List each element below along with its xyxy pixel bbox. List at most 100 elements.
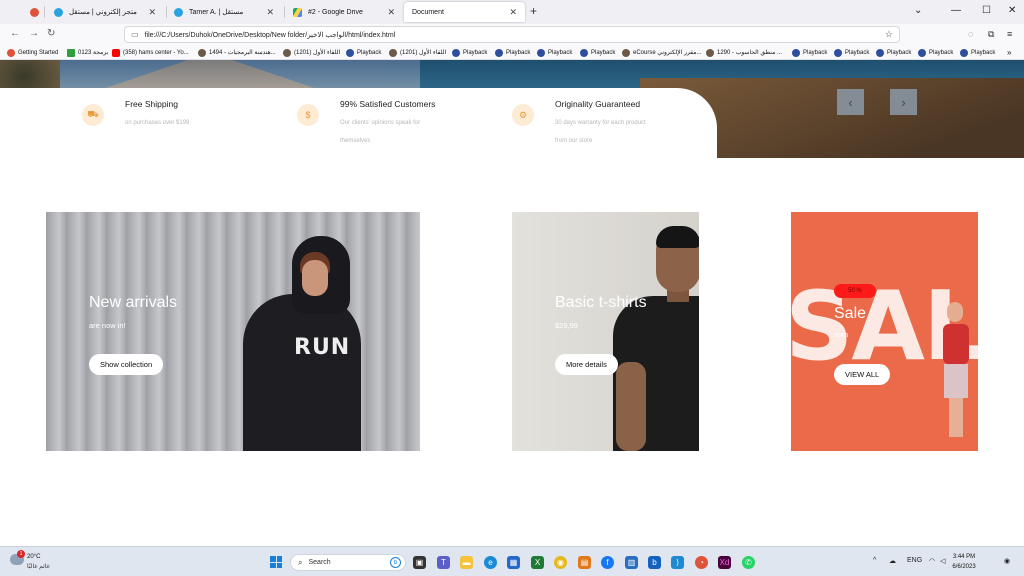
card-title: Sale [834, 305, 867, 322]
carousel-next-button[interactable]: › [890, 89, 917, 115]
hero-photo-bush [0, 60, 60, 88]
bing-app-icon[interactable]: b [648, 556, 661, 569]
task-view-icon[interactable]: ▣ [413, 556, 426, 569]
playback-icon [346, 48, 354, 57]
bookmark-item[interactable]: Playback [580, 47, 615, 58]
chrome-icon[interactable]: ◉ [554, 556, 567, 569]
maximize-button[interactable]: ☐ [982, 5, 991, 16]
whatsapp-icon[interactable]: ✆ [742, 556, 755, 569]
start-button[interactable] [270, 556, 282, 568]
bookmark-green-icon [67, 48, 75, 57]
feature-desc: 30 days warranty for each product from o… [555, 120, 646, 144]
chevron-up-icon[interactable]: ^ [873, 557, 876, 564]
onedrive-icon[interactable]: ☁ [889, 557, 896, 565]
store-icon[interactable]: ▦ [507, 556, 520, 569]
view-all-button[interactable]: VIEW ALL [834, 364, 891, 385]
playback-icon [580, 48, 588, 57]
taskbar-search[interactable]: ⌕ Search b [290, 554, 406, 571]
close-window-button[interactable]: ✕ [1008, 5, 1016, 16]
weather-condition: غائم غالبًا [27, 564, 50, 570]
card-price: $29,99 [555, 321, 578, 330]
firefox-view-icon [30, 7, 39, 17]
search-icon: ⌕ [298, 557, 303, 567]
edge-icon[interactable]: e [484, 556, 497, 569]
url-text: file:///C:/Users/Duhok/OneDrive/Desktop/… [144, 31, 396, 39]
tab-firefox-view[interactable] [22, 2, 46, 22]
avatar-icon [283, 48, 291, 57]
show-collection-button[interactable]: Show collection [89, 354, 164, 375]
tab-google-drive[interactable]: #2 - Google Drive ✕ [285, 2, 403, 22]
system-clock[interactable]: 3:44 PM 6/6/2023 [947, 552, 981, 572]
clock-time: 3:44 PM [952, 554, 976, 560]
feature-desc: Our clients' opinions speak for themselv… [340, 120, 421, 144]
list-tabs-icon[interactable]: ⌄ [914, 5, 922, 16]
tab-profile[interactable]: Tamer A. | مستقل ✕ [166, 2, 282, 22]
close-icon[interactable]: ✕ [266, 7, 274, 18]
extensions-icon[interactable]: ⧉ [988, 29, 994, 40]
mostaql-icon [174, 7, 183, 17]
files-app-icon[interactable]: ▥ [625, 556, 638, 569]
close-icon[interactable]: ✕ [387, 7, 395, 18]
tab-store[interactable]: متجر إلكتروني | مستقل ✕ [46, 2, 164, 22]
reload-button[interactable]: ↻ [47, 28, 55, 39]
url-bar[interactable]: ▭ file:///C:/Users/Duhok/OneDrive/Deskto… [124, 26, 900, 43]
avatar-icon [198, 48, 206, 57]
windows-taskbar: 1 20°C غائم غالبًا ⌕ Search b ▣ T ▬ e ▦ … [0, 546, 1024, 576]
language-indicator[interactable]: ENG [907, 557, 922, 564]
bookmark-item[interactable]: هندسة البرمجيات - 1494... [198, 47, 276, 58]
facebook-icon[interactable]: f [601, 556, 614, 569]
bookmark-star-icon[interactable]: ☆ [885, 29, 893, 40]
model-photo [243, 294, 361, 451]
bookmark-item[interactable]: Playback [876, 47, 911, 58]
tab-strip: متجر إلكتروني | مستقل ✕ Tamer A. | مستقل… [0, 0, 1024, 24]
carousel-prev-button[interactable]: ‹ [837, 89, 864, 115]
more-details-button[interactable]: More details [555, 354, 618, 375]
tab-document[interactable]: Document ✕ [404, 2, 525, 22]
close-icon[interactable]: ✕ [509, 7, 517, 18]
bookmark-item[interactable]: Playback [346, 47, 381, 58]
photo-app-icon[interactable]: ▤ [578, 556, 591, 569]
wifi-icon[interactable]: ◠ [929, 557, 935, 565]
feature-desc: on purchases over $199 [125, 120, 190, 126]
bookmark-item[interactable]: Playback [834, 47, 869, 58]
hero-photo-road [100, 60, 320, 90]
card-title: New arrivals [89, 294, 178, 311]
notification-badge: 1 [17, 550, 25, 558]
bookmark-item[interactable]: (1201) اللقاء الأول [283, 47, 340, 58]
forward-button[interactable]: → [29, 28, 39, 39]
menu-icon[interactable]: ≡ [1007, 29, 1012, 39]
bookmark-item[interactable]: Playback [537, 47, 572, 58]
bookmark-item[interactable]: Playback [792, 47, 827, 58]
back-button[interactable]: ← [10, 28, 20, 39]
weather-widget[interactable]: 1 20°C غائم غالبًا [10, 550, 70, 574]
bookmark-item[interactable]: برمجة 0123 [67, 47, 108, 58]
bookmark-item[interactable]: eCourse مقرر الإلكتروني... [622, 47, 701, 58]
bookmark-item[interactable]: Playback [495, 47, 530, 58]
dollar-icon: $ [297, 104, 319, 126]
gear-icon: ⚙ [512, 104, 534, 126]
new-tab-button[interactable]: + [530, 4, 537, 18]
card-sale: SAL 50 % Sale sum VIEW ALL [791, 212, 978, 451]
bookmark-item[interactable]: Playback [918, 47, 953, 58]
bookmark-item[interactable]: (358) hams center - Yo... [112, 47, 189, 58]
tab-title: متجر إلكتروني | مستقل [69, 9, 137, 16]
bookmark-item[interactable]: Getting Started [7, 47, 58, 58]
file-explorer-icon[interactable]: ▬ [460, 556, 473, 569]
volume-icon[interactable]: ◁ [940, 557, 945, 565]
bookmark-item[interactable]: Playback [452, 47, 487, 58]
bookmark-item[interactable]: 1290 - منطق الحاسوب ... [706, 47, 782, 58]
pocket-icon[interactable]: ◌ [968, 29, 973, 39]
adobe-xd-icon[interactable]: Xd [718, 556, 731, 569]
minimize-button[interactable]: — [951, 5, 961, 16]
bookmark-item[interactable]: Playback [960, 47, 995, 58]
more-bookmarks-icon[interactable]: » [1007, 47, 1011, 58]
feature-originality: ⚙ Originality Guaranteed 30 days warrant… [512, 88, 712, 158]
teams-icon[interactable]: T [437, 556, 450, 569]
bookmark-item[interactable]: (1201) اللقاء الأول [389, 47, 446, 58]
firefox-icon[interactable]: ◔ [695, 556, 708, 569]
excel-icon[interactable]: X [531, 556, 544, 569]
close-icon[interactable]: ✕ [148, 7, 156, 18]
notifications-icon[interactable]: ◉ [1004, 557, 1010, 565]
playback-icon [960, 48, 968, 57]
vscode-icon[interactable]: ⟩ [671, 556, 684, 569]
